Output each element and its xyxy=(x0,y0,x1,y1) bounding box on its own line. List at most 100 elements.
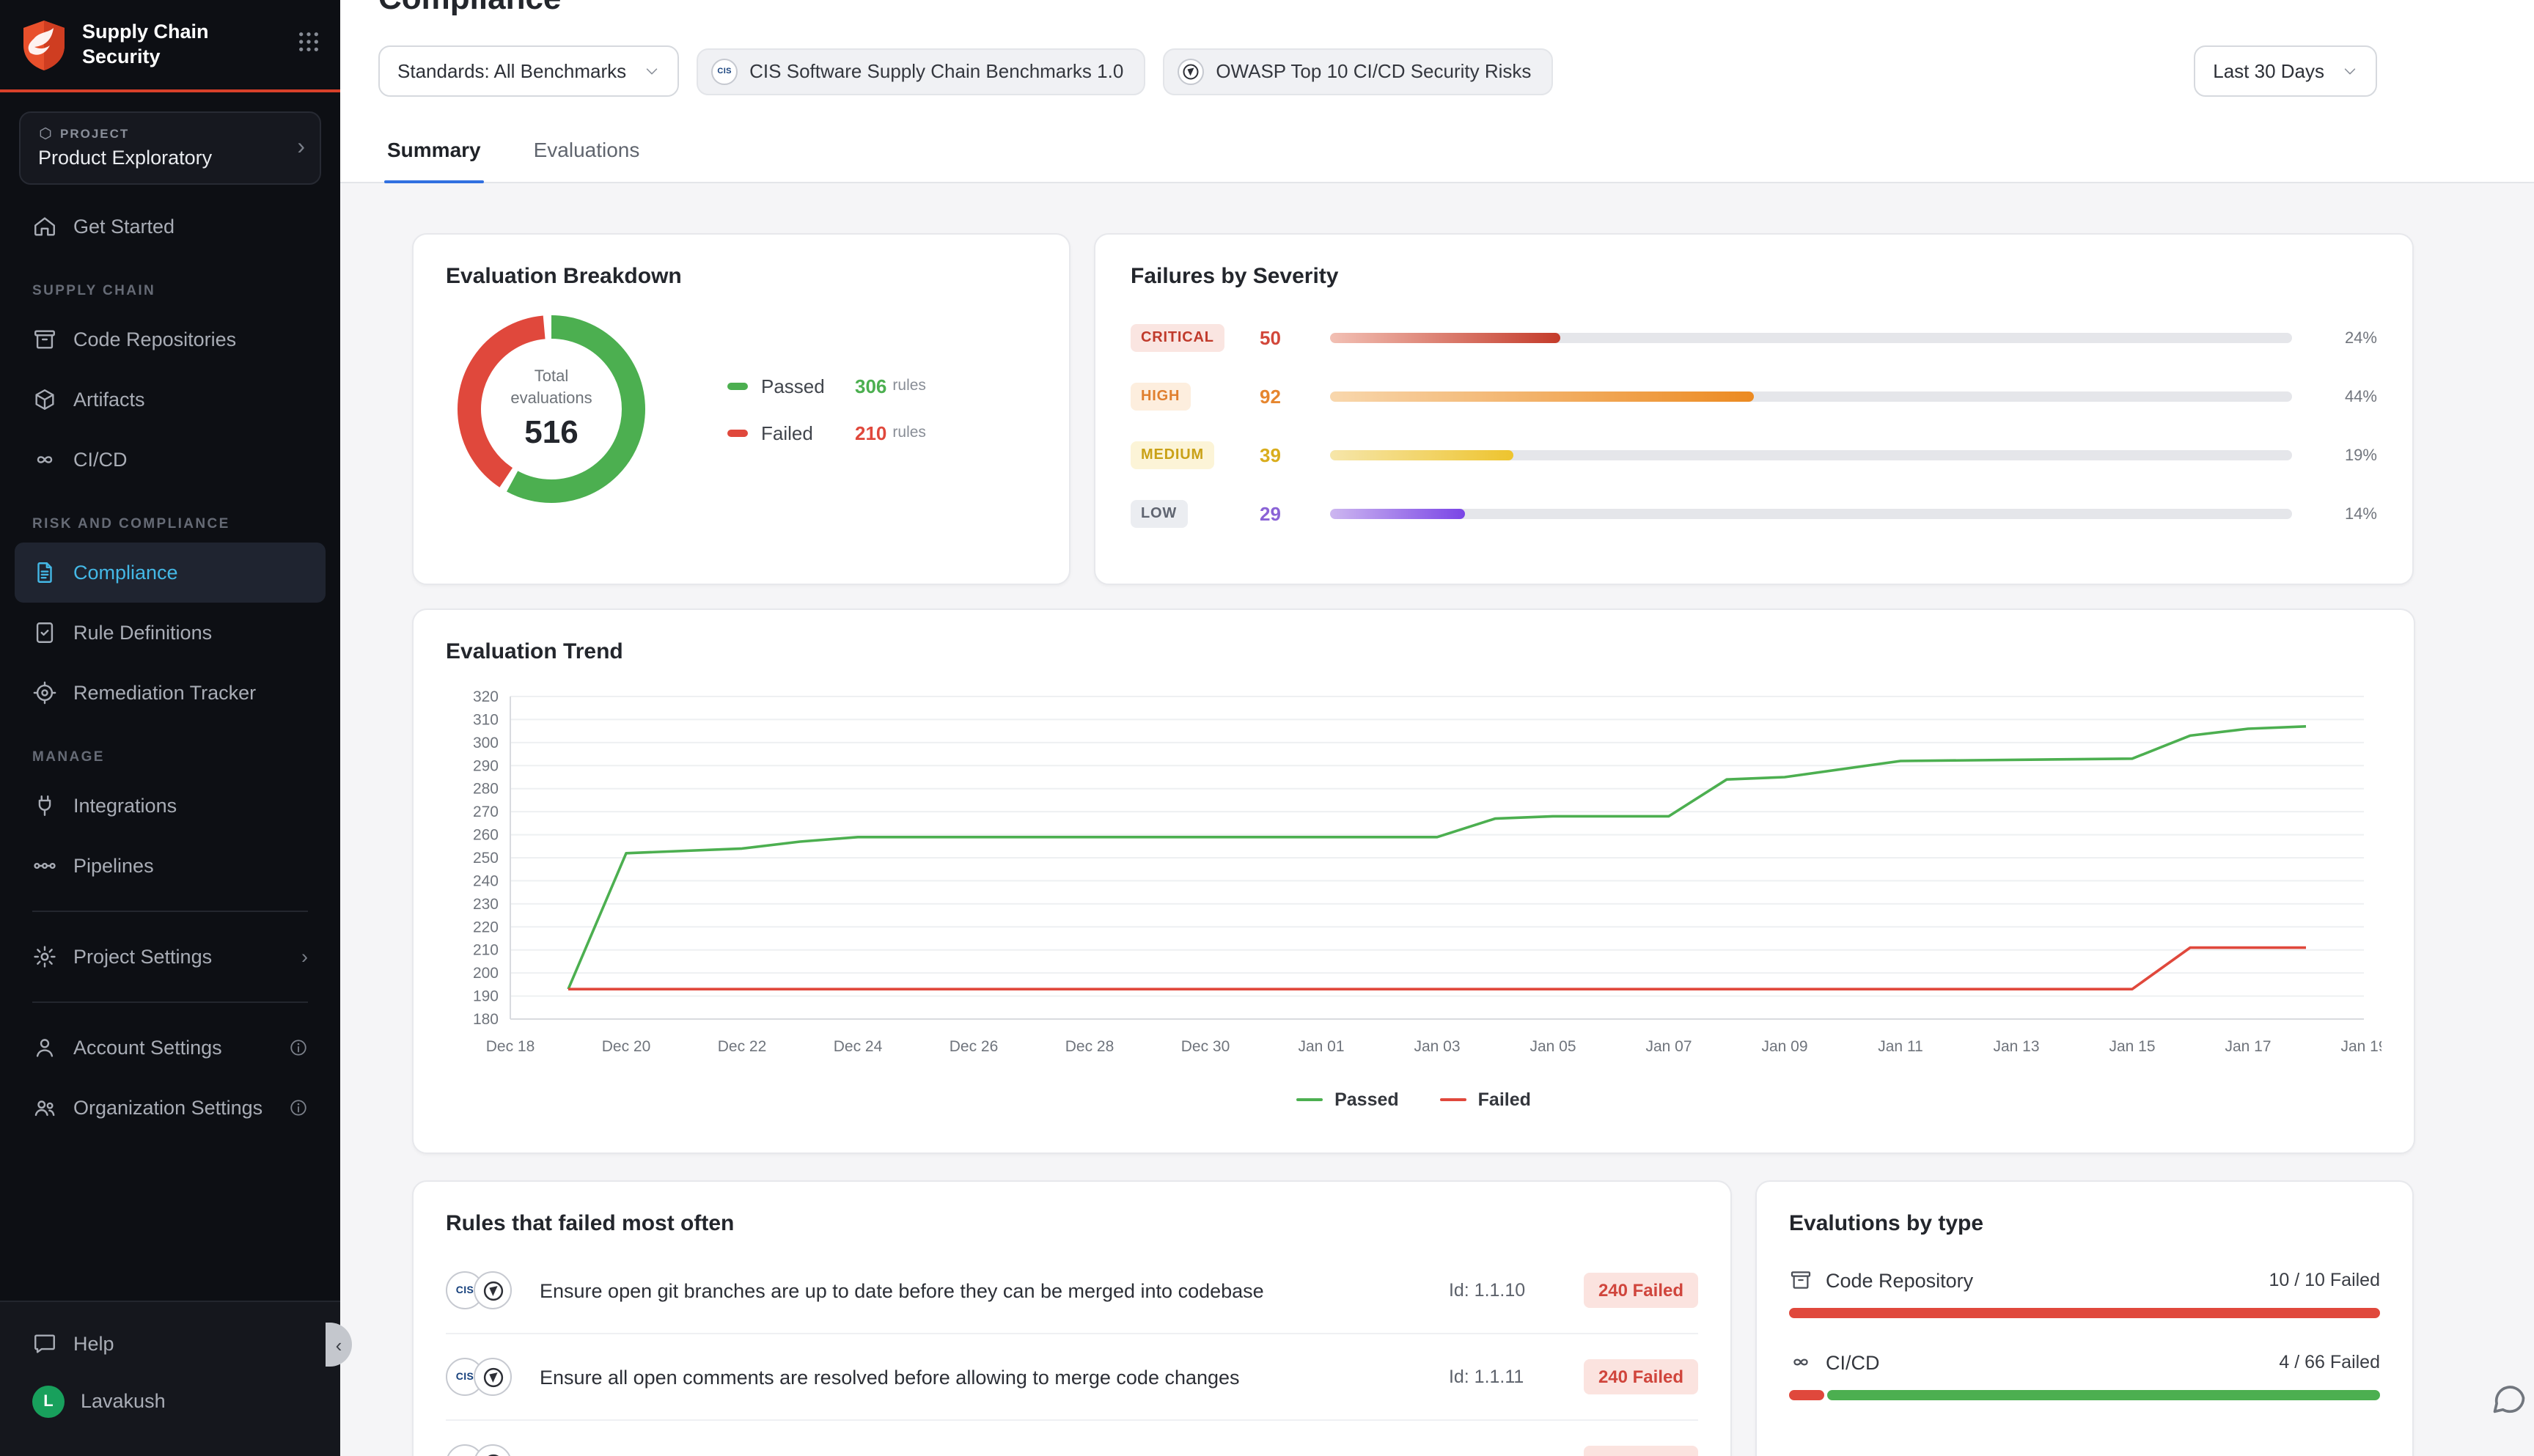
cis-icon: CIS xyxy=(711,58,738,84)
severity-count: 29 xyxy=(1260,503,1310,525)
dashboard-content: Evaluation Breakdown Totalevaluations 51… xyxy=(340,183,2534,1456)
benchmark-chip-owasp[interactable]: OWASP Top 10 CI/CD Security Risks xyxy=(1163,48,1553,95)
svg-text:Jan 09: Jan 09 xyxy=(1761,1038,1807,1055)
type-failed-ratio: 10 / 10 Failed xyxy=(2269,1270,2381,1290)
svg-text:310: 310 xyxy=(473,711,499,728)
sidebar-item-pipelines[interactable]: Pipelines xyxy=(15,836,326,896)
rule-row[interactable]: CIS Ensure open git branches are up to d… xyxy=(446,1248,1698,1333)
card-title: Rules that failed most often xyxy=(446,1211,1698,1236)
sidebar-item-rule-definitions[interactable]: Rule Definitions xyxy=(15,603,326,663)
rule-failed-badge: 240 Failed xyxy=(1584,1359,1698,1394)
rule-row[interactable]: CIS Ensure all open comments are resolve… xyxy=(446,1333,1698,1419)
app-root: Supply Chain Security PROJECT Product Ex… xyxy=(0,0,2534,1456)
evaluation-breakdown-card: Evaluation Breakdown Totalevaluations 51… xyxy=(412,233,1070,585)
home-icon xyxy=(32,214,57,239)
nav-section-risk-compliance: RISK AND COMPLIANCE xyxy=(32,516,308,532)
legend-item-passed: Passed 306 rules xyxy=(727,375,926,397)
project-name: Product Exploratory xyxy=(38,147,282,169)
svg-text:300: 300 xyxy=(473,735,499,751)
rule-text: Ensure verifying signed commits of new c… xyxy=(540,1452,1428,1456)
package-icon xyxy=(32,387,57,412)
card-title: Evaluation Trend xyxy=(446,639,2381,664)
sidebar-item-help[interactable]: Help xyxy=(15,1317,326,1371)
clipboard-check-icon xyxy=(32,620,57,645)
owasp-icon xyxy=(474,1271,512,1309)
failed-swatch xyxy=(727,429,748,436)
standards-filter-dropdown[interactable]: Standards: All Benchmarks xyxy=(378,45,679,97)
infinity-icon xyxy=(1789,1350,1813,1374)
rule-id: Id: 1.1.12 xyxy=(1449,1453,1563,1456)
svg-text:320: 320 xyxy=(473,688,499,705)
severity-badge: LOW xyxy=(1131,500,1187,528)
severity-row-high: HIGH 92 44% xyxy=(1131,383,2377,411)
sidebar-item-project-settings[interactable]: Project Settings › xyxy=(15,927,326,987)
severity-percent: 19% xyxy=(2313,446,2377,464)
repository-icon xyxy=(32,327,57,352)
rule-benchmark-icons: CIS xyxy=(446,1444,519,1456)
sidebar-item-integrations[interactable]: Integrations xyxy=(15,776,326,836)
svg-text:Dec 24: Dec 24 xyxy=(834,1038,883,1055)
sidebar-item-code-repositories[interactable]: Code Repositories xyxy=(15,309,326,369)
sidebar-item-organization-settings[interactable]: Organization Settings xyxy=(15,1078,326,1138)
chat-widget-button[interactable] xyxy=(2490,1380,2528,1418)
svg-text:280: 280 xyxy=(473,781,499,798)
plug-icon xyxy=(32,793,57,818)
project-selector[interactable]: PROJECT Product Exploratory › xyxy=(19,111,321,185)
repository-icon xyxy=(1789,1268,1813,1292)
sidebar-user[interactable]: L Lavakush xyxy=(15,1371,326,1433)
svg-text:180: 180 xyxy=(473,1011,499,1028)
rule-text: Ensure open git branches are up to date … xyxy=(540,1279,1428,1301)
tab-summary[interactable]: Summary xyxy=(384,138,484,182)
help-chat-icon xyxy=(32,1331,57,1356)
type-row-cicd: CI/CD 4 / 66 Failed xyxy=(1789,1350,2380,1400)
svg-text:230: 230 xyxy=(473,896,499,913)
legend-item-failed: Failed 210 rules xyxy=(727,422,926,444)
sidebar-item-artifacts[interactable]: Artifacts xyxy=(15,369,326,430)
sidebar-item-account-settings[interactable]: Account Settings xyxy=(15,1018,326,1078)
svg-text:Dec 20: Dec 20 xyxy=(602,1038,651,1055)
failed-rules-card: Rules that failed most often CIS Ensure … xyxy=(412,1180,1732,1456)
passed-swatch xyxy=(727,382,748,389)
tab-bar: Summary Evaluations xyxy=(384,138,2496,182)
project-label: PROJECT xyxy=(38,126,282,141)
divider xyxy=(32,1001,308,1003)
chevron-right-icon: › xyxy=(297,135,305,161)
page-title-wrap: Compliance xyxy=(378,0,2534,22)
owasp-icon xyxy=(1178,58,1204,84)
nav-section-manage: MANAGE xyxy=(32,749,308,765)
severity-row-critical: CRITICAL 50 24% xyxy=(1131,324,2377,352)
pipeline-icon xyxy=(32,853,57,878)
benchmark-chip-cis[interactable]: CIS CIS Software Supply Chain Benchmarks… xyxy=(697,48,1145,95)
rule-id: Id: 1.1.11 xyxy=(1449,1367,1563,1387)
severity-badge: CRITICAL xyxy=(1131,324,1224,352)
sidebar-nav: Get Started SUPPLY CHAIN Code Repositori… xyxy=(0,188,340,1301)
sidebar-item-compliance[interactable]: Compliance xyxy=(15,543,326,603)
infinity-icon xyxy=(32,447,57,472)
svg-text:Jan 13: Jan 13 xyxy=(1993,1038,2039,1055)
date-range-dropdown[interactable]: Last 30 Days xyxy=(2194,45,2377,97)
sidebar-item-cicd[interactable]: CI/CD xyxy=(15,430,326,490)
rule-id: Id: 1.1.10 xyxy=(1449,1280,1563,1301)
sidebar-item-get-started[interactable]: Get Started xyxy=(15,196,326,257)
sidebar-item-remediation-tracker[interactable]: Remediation Tracker xyxy=(15,663,326,723)
svg-text:210: 210 xyxy=(473,942,499,959)
svg-text:200: 200 xyxy=(473,965,499,982)
tab-evaluations[interactable]: Evaluations xyxy=(531,138,643,182)
owasp-icon xyxy=(474,1358,512,1396)
failed-count: 210 xyxy=(855,422,886,444)
severity-count: 92 xyxy=(1260,386,1310,408)
severity-row-medium: MEDIUM 39 19% xyxy=(1131,441,2377,469)
brand-name: Supply Chain Security xyxy=(82,21,283,70)
evaluation-trend-card: Evaluation Trend 18019020021022023024025… xyxy=(412,608,2415,1154)
rule-row[interactable]: CIS Ensure verifying signed commits of n… xyxy=(446,1419,1698,1456)
app-grid-icon[interactable] xyxy=(298,31,320,60)
svg-text:Jan 07: Jan 07 xyxy=(1645,1038,1692,1055)
main-content: Compliance Standards: All Benchmarks CIS… xyxy=(340,0,2534,1456)
gear-icon xyxy=(32,944,57,969)
donut-legend: Passed 306 rules Failed 210 rules xyxy=(727,375,926,444)
owasp-icon xyxy=(474,1444,512,1456)
type-result-bar xyxy=(1789,1390,2380,1400)
rule-failed-badge: 240 Failed xyxy=(1584,1273,1698,1308)
severity-percent: 24% xyxy=(2313,329,2377,347)
severity-percent: 44% xyxy=(2313,388,2377,405)
